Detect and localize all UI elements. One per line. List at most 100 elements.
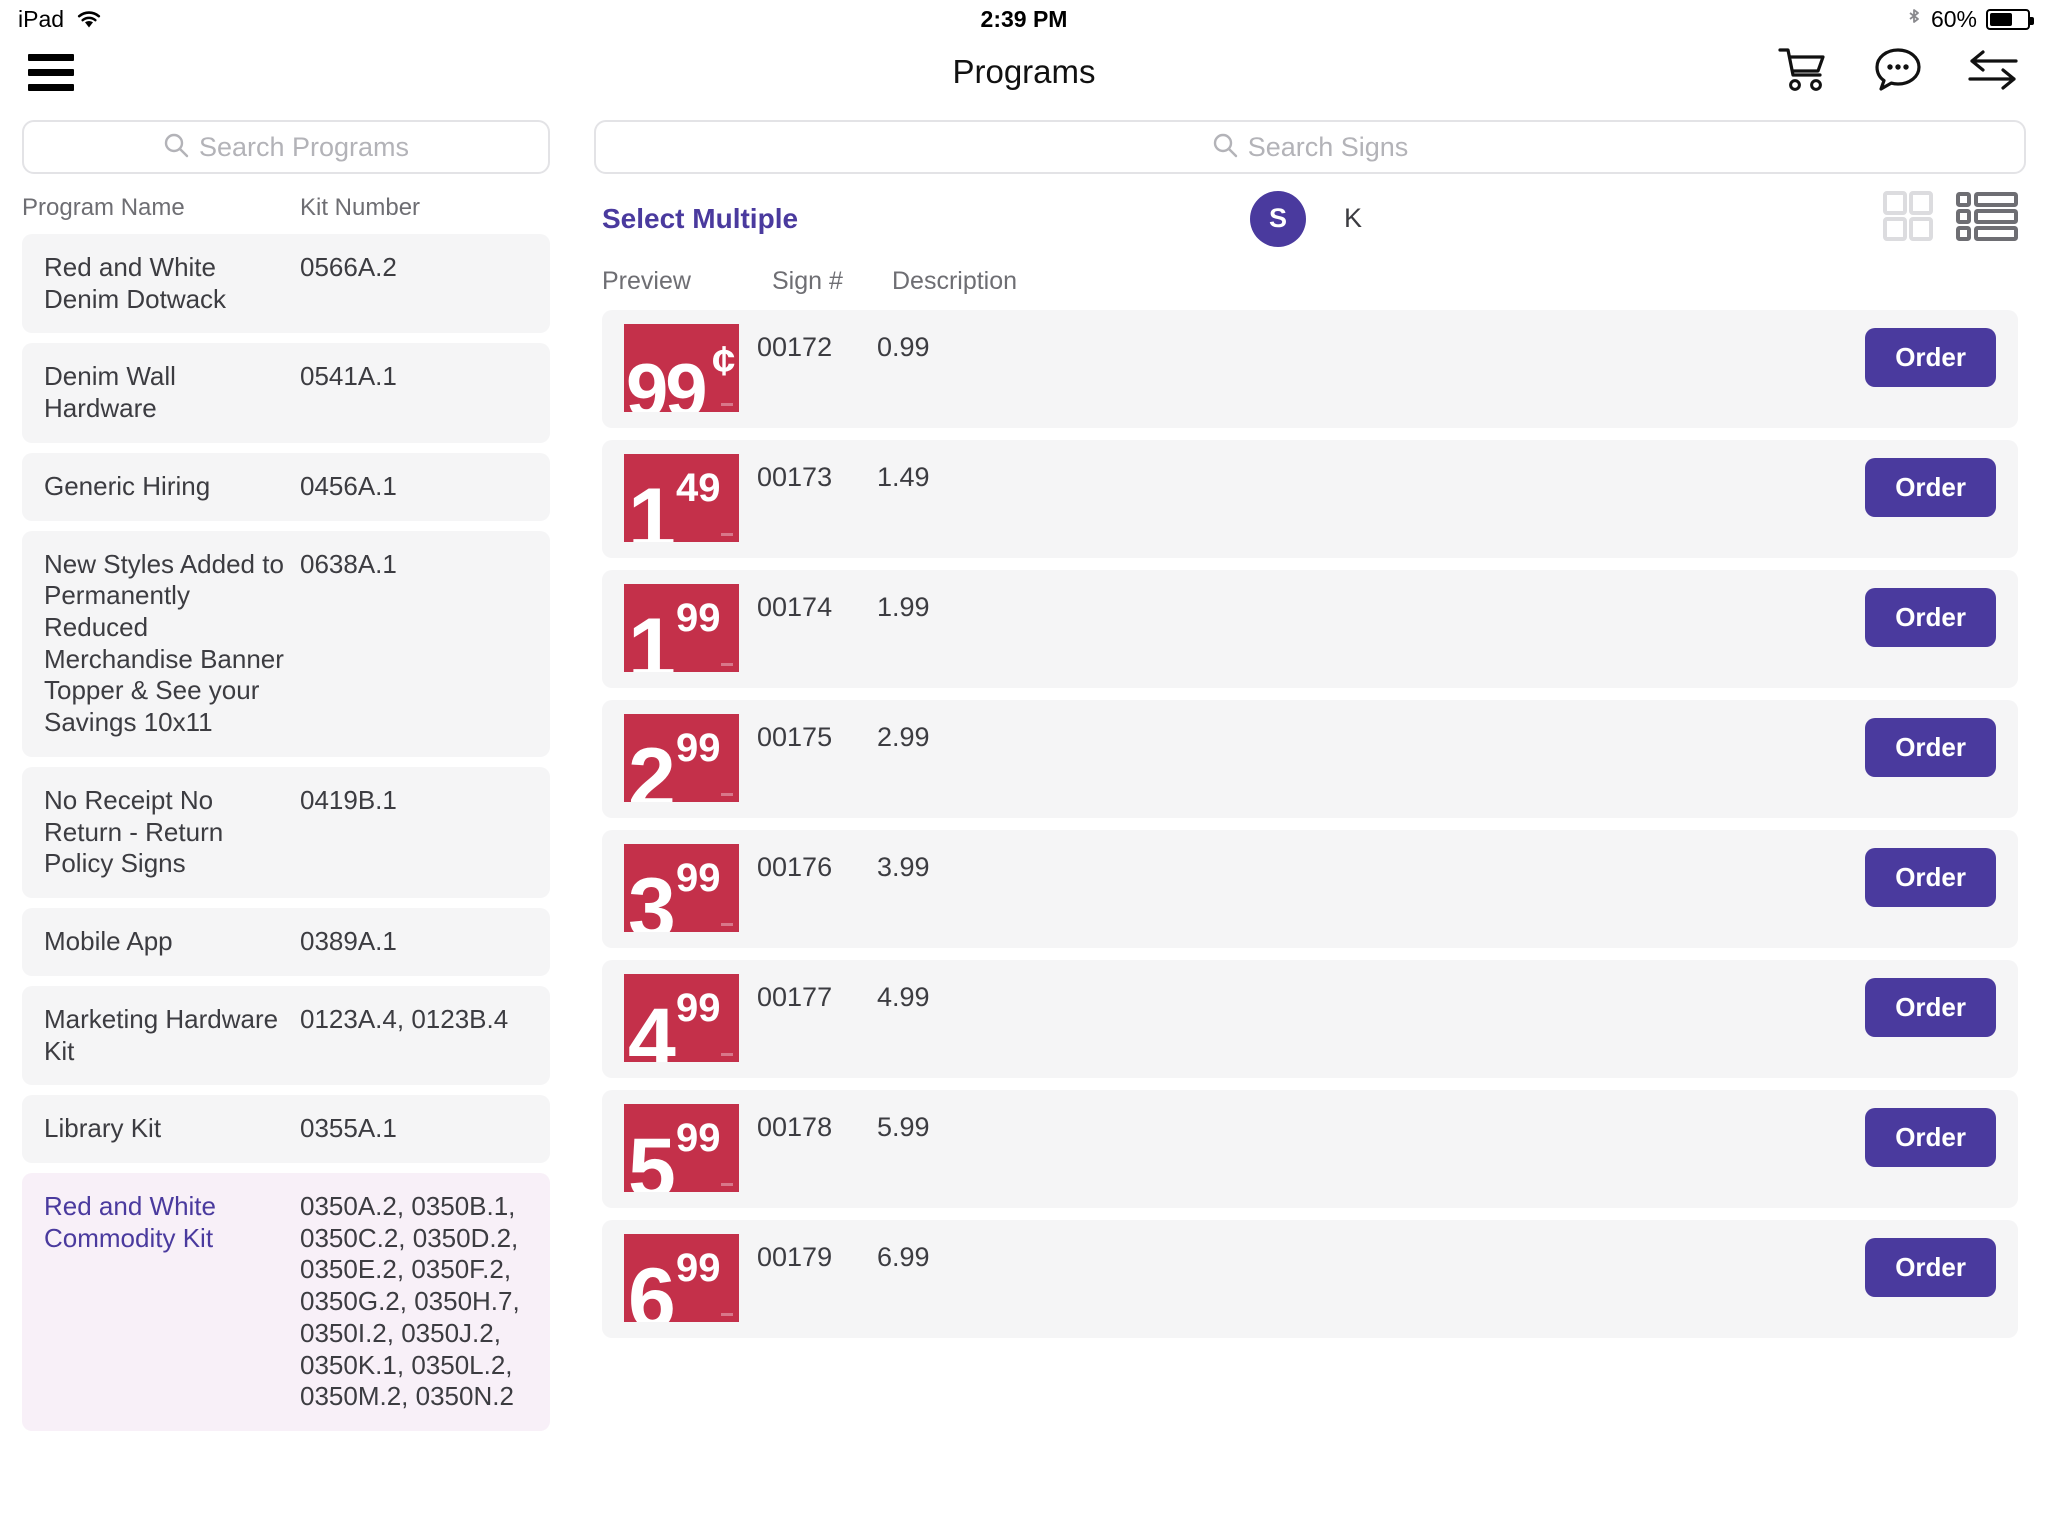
column-header-sign-number: Sign # (772, 267, 843, 295)
toggle-kits-button[interactable]: K (1344, 203, 1362, 234)
sign-row[interactable]: 2 99 00175 2.99 Order (602, 700, 2018, 818)
order-button[interactable]: Order (1865, 328, 1996, 387)
search-icon (1212, 132, 1238, 163)
view-toggle-group (1882, 190, 2018, 247)
price-main-digits: 1 (628, 601, 676, 672)
program-row[interactable]: Library Kit 0355A.1 (22, 1095, 550, 1163)
program-kit-number: 0389A.1 (300, 926, 397, 957)
transfer-icon[interactable] (1966, 47, 2020, 98)
sign-description: 3.99 (877, 852, 930, 882)
sign-description: 6.99 (877, 1242, 930, 1272)
device-label: iPad (18, 5, 65, 32)
program-kit-number: 0419B.1 (300, 784, 397, 815)
order-button[interactable]: Order (1865, 458, 1996, 517)
signs-search-wrap: Search Signs (572, 106, 2048, 184)
column-header-description: Description (892, 267, 1018, 295)
sign-number: 00174 (757, 592, 833, 622)
order-button[interactable]: Order (1865, 978, 1996, 1037)
program-row[interactable]: Red and White Denim Dotwack 0566A.2 (22, 234, 550, 334)
hamburger-menu-icon[interactable] (28, 53, 74, 91)
sign-description: 2.99 (877, 722, 930, 752)
sign-row[interactable]: 1 99 00174 1.99 Order (602, 570, 2018, 688)
thumbnail-corner-mark (721, 923, 733, 926)
program-row[interactable]: Mobile App 0389A.1 (22, 908, 550, 976)
thumbnail-corner-mark (721, 663, 733, 666)
nav-bar: Programs (0, 38, 2048, 106)
sign-row[interactable]: 3 99 00176 3.99 Order (602, 830, 2018, 948)
price-main-digits: 1 (628, 471, 676, 542)
price-superscript: 99 (676, 596, 721, 640)
program-kit-number: 0355A.1 (300, 1113, 397, 1144)
sign-row[interactable]: 5 99 00178 5.99 Order (602, 1090, 2018, 1208)
programs-column-headers: Program Name Kit Number (0, 184, 572, 234)
search-programs-input[interactable]: Search Programs (22, 120, 550, 174)
program-row[interactable]: New Styles Added to Permanently Reduced … (22, 530, 550, 757)
search-signs-placeholder: Search Signs (1247, 131, 1409, 162)
program-name: Red and White Commodity Kit (44, 1190, 216, 1253)
thumbnail-corner-mark (721, 403, 733, 406)
sign-row[interactable]: 6 99 00179 6.99 Order (602, 1220, 2018, 1338)
sign-row[interactable]: 1 49 00173 1.49 Order (602, 440, 2018, 558)
search-signs-input[interactable]: Search Signs (594, 120, 2026, 174)
battery-percent-label: 60% (1930, 5, 1977, 32)
sign-number: 00173 (757, 462, 833, 492)
battery-icon (1986, 8, 2034, 30)
price-main-digits: 4 (628, 991, 676, 1062)
sign-preview-thumbnail: 2 99 (624, 714, 739, 802)
thumbnail-corner-mark (721, 533, 733, 536)
chat-icon[interactable] (1872, 46, 1924, 99)
order-button[interactable]: Order (1865, 588, 1996, 647)
sign-row[interactable]: 4 99 00177 4.99 Order (602, 960, 2018, 1078)
sign-number: 00172 (757, 332, 833, 362)
order-button[interactable]: Order (1865, 1108, 1996, 1167)
search-icon (163, 132, 189, 163)
status-bar: iPad 2:39 PM 60% (0, 0, 2048, 38)
status-time: 2:39 PM (980, 5, 1068, 32)
price-main-digits: 5 (628, 1121, 676, 1192)
price-main-digits: 99 (626, 349, 708, 413)
sign-preview-thumbnail: 5 99 (624, 1104, 739, 1192)
sign-description: 4.99 (877, 982, 930, 1012)
program-row[interactable]: Denim Wall Hardware 0541A.1 (22, 343, 550, 443)
program-kit-number: 0123A.4, 0123B.4 (300, 1003, 509, 1034)
sign-description: 5.99 (877, 1112, 930, 1142)
sign-preview-thumbnail: 1 49 (624, 454, 739, 542)
column-header-kit-number: Kit Number (300, 194, 421, 221)
program-name: Generic Hiring (44, 470, 211, 501)
program-name: Denim Wall Hardware (44, 361, 176, 424)
cart-icon[interactable] (1778, 47, 1830, 98)
sign-row[interactable]: 99 ¢ 00172 0.99 Order (602, 310, 2018, 428)
sign-description: 1.99 (877, 592, 930, 622)
sign-number: 00175 (757, 722, 833, 752)
order-button[interactable]: Order (1865, 848, 1996, 907)
order-button[interactable]: Order (1865, 1238, 1996, 1297)
program-row[interactable]: Generic Hiring 0456A.1 (22, 452, 550, 521)
grid-view-icon[interactable] (1882, 190, 1934, 247)
toggle-signs-button[interactable]: S (1250, 190, 1306, 247)
program-kit-number: 0541A.1 (300, 361, 397, 392)
programs-pane: Search Programs Program Name Kit Number … (0, 106, 572, 1536)
program-row[interactable]: Marketing Hardware Kit 0123A.4, 0123B.4 (22, 985, 550, 1086)
sign-description: 0.99 (877, 332, 930, 362)
order-button[interactable]: Order (1865, 718, 1996, 777)
program-row[interactable]: Red and White Commodity Kit 0350A.2, 0350… (22, 1172, 550, 1431)
select-multiple-button[interactable]: Select Multiple (602, 203, 798, 235)
price-main-digits: 2 (628, 731, 676, 802)
bluetooth-icon (1906, 7, 1922, 31)
program-kit-number: 0566A.2 (300, 252, 397, 282)
signs-pane: Search Signs Select Multiple S K Preview… (572, 106, 2048, 1536)
sign-number: 00178 (757, 1112, 833, 1142)
status-right: 60% (1906, 5, 2034, 33)
sign-preview-thumbnail: 99 ¢ (624, 324, 739, 412)
program-row[interactable]: No Receipt No Return - Return Policy Sig… (22, 766, 550, 899)
price-superscript: 99 (676, 1116, 721, 1160)
thumbnail-corner-mark (721, 1313, 733, 1316)
programs-list[interactable]: Red and White Denim Dotwack 0566A.2 Denim … (0, 234, 572, 1536)
price-superscript: 99 (676, 986, 721, 1030)
sign-description: 1.49 (877, 462, 930, 492)
column-header-preview: Preview (602, 267, 691, 295)
signs-column-headers: Preview Sign # Description (572, 261, 2048, 310)
thumbnail-corner-mark (721, 1183, 733, 1186)
list-view-icon[interactable] (1956, 190, 2018, 247)
signs-list[interactable]: 99 ¢ 00172 0.99 Order 1 49 00173 1.49 Order 1 99 001… (572, 310, 2048, 1536)
